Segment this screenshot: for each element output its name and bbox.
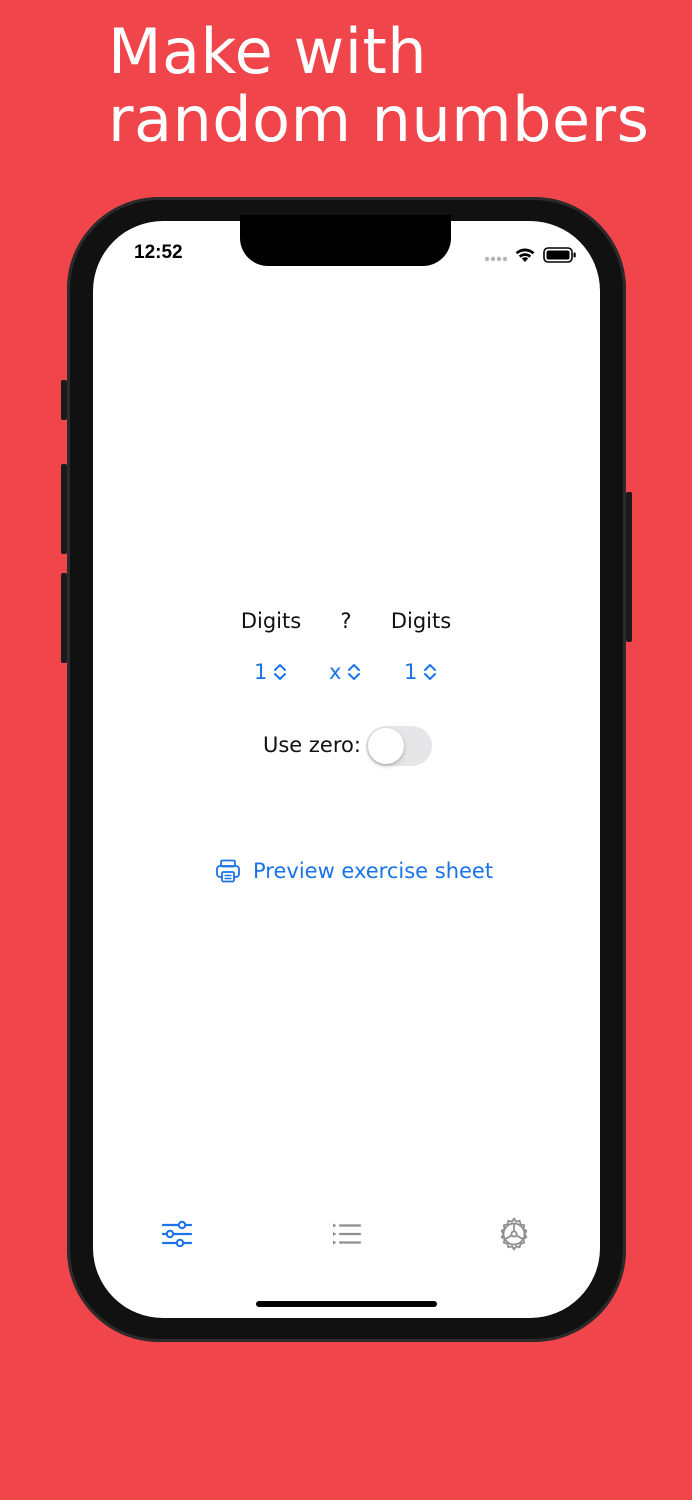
status-icons <box>484 243 579 265</box>
right-digits-header: Digits <box>390 609 452 633</box>
list-icon <box>333 1223 362 1245</box>
headline-line-2: random numbers <box>108 83 650 156</box>
signal-dots-icon <box>484 256 508 262</box>
left-digits-header: Digits <box>240 609 302 633</box>
toggle-knob <box>368 728 404 764</box>
wifi-icon <box>515 248 535 262</box>
tab-settings-sliders[interactable] <box>157 1214 197 1254</box>
battery-icon <box>543 247 576 263</box>
left-digits-picker[interactable]: 1 <box>254 660 287 684</box>
preview-button-label: Preview exercise sheet <box>253 859 494 883</box>
printer-icon <box>216 859 240 883</box>
chevron-up-down-icon <box>348 664 361 680</box>
right-digits-value: 1 <box>404 660 418 684</box>
volume-down-button <box>61 573 67 663</box>
volume-up-button <box>61 464 67 554</box>
operator-header: ? <box>340 609 352 633</box>
phone-screen <box>93 221 600 1318</box>
tab-list[interactable] <box>326 1214 366 1254</box>
left-digits-value: 1 <box>254 660 268 684</box>
operator-value: x <box>329 660 342 684</box>
tab-settings[interactable] <box>494 1214 534 1254</box>
preview-exercise-sheet-button[interactable]: Preview exercise sheet <box>215 858 493 884</box>
notch <box>240 215 451 266</box>
operator-picker[interactable]: x <box>329 660 361 684</box>
gear-icon <box>500 1217 528 1251</box>
status-time: 12:52 <box>134 242 183 263</box>
use-zero-label: Use zero: <box>263 733 361 757</box>
chevron-up-down-icon <box>274 664 287 680</box>
headline-line-1: Make with <box>108 15 428 88</box>
sliders-icon <box>161 1220 193 1248</box>
power-button <box>626 492 632 642</box>
chevron-up-down-icon <box>424 664 437 680</box>
silent-switch <box>61 380 67 420</box>
use-zero-toggle[interactable] <box>366 726 432 766</box>
promo-headline: Make with random numbers <box>108 18 649 154</box>
home-indicator[interactable] <box>256 1301 437 1307</box>
right-digits-picker[interactable]: 1 <box>404 660 437 684</box>
